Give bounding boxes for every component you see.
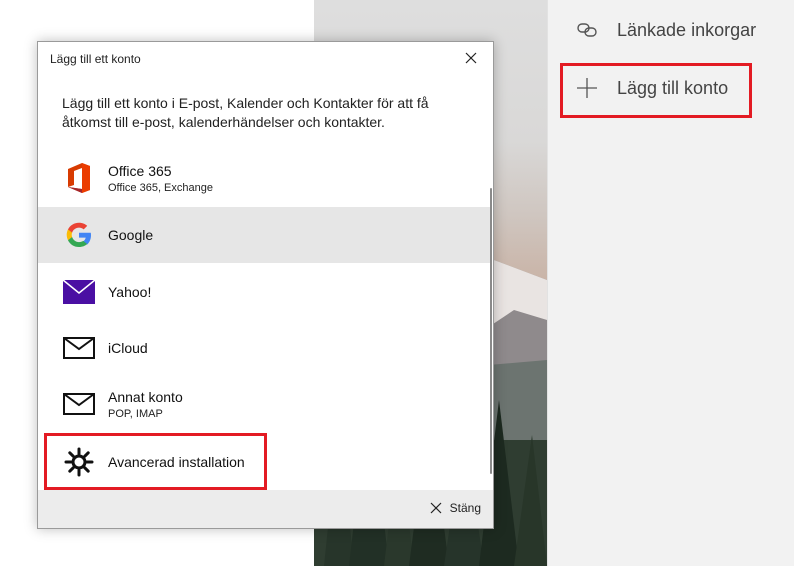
provider-name: Office 365 [108, 162, 172, 179]
provider-yahoo[interactable]: Yahoo! [38, 264, 492, 320]
office-365-icon [62, 161, 96, 195]
envelope-icon [62, 387, 96, 421]
close-label: Stäng [449, 501, 481, 515]
provider-other-account[interactable]: Annat konto POP, IMAP [38, 376, 492, 432]
close-icon [465, 51, 477, 69]
close-icon [430, 502, 442, 514]
linked-inboxes-label: Länkade inkorgar [617, 19, 757, 40]
dialog-description: Lägg till ett konto i E-post, Kalender o… [62, 95, 429, 130]
provider-name: Yahoo! [108, 284, 152, 300]
dialog-footer: Stäng [38, 490, 493, 528]
google-icon [62, 218, 96, 252]
yahoo-mail-icon [62, 275, 96, 309]
dialog-close-button[interactable] [459, 48, 483, 72]
close-button[interactable]: Stäng [430, 501, 481, 515]
linked-inboxes-item[interactable]: Länkade inkorgar [573, 16, 756, 44]
provider-google[interactable]: Google [38, 207, 492, 263]
provider-name: Annat konto [108, 388, 183, 405]
provider-name: iCloud [108, 340, 148, 356]
envelope-icon [62, 331, 96, 365]
dialog-title: Lägg till ett konto [50, 52, 141, 66]
provider-name: Google [108, 227, 154, 243]
add-account-highlight [560, 63, 752, 118]
link-icon [573, 16, 601, 44]
provider-icloud[interactable]: iCloud [38, 320, 492, 376]
provider-subtitle: Office 365, Exchange [108, 181, 213, 194]
provider-office365[interactable]: Office 365 Office 365, Exchange [38, 150, 492, 206]
advanced-setup-highlight [44, 433, 267, 490]
dialog-scrollbar[interactable] [490, 188, 492, 474]
provider-subtitle: POP, IMAP [108, 407, 163, 420]
